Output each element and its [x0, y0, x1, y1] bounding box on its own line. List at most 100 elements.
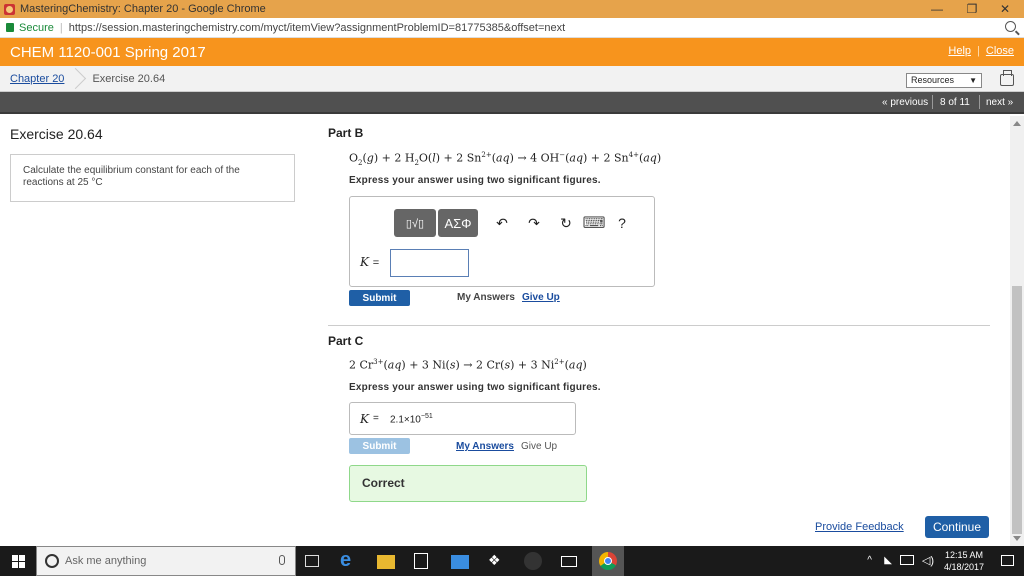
action-center-icon[interactable] — [1001, 555, 1014, 566]
task-view-icon[interactable] — [305, 555, 319, 567]
calculator-icon[interactable] — [451, 555, 469, 569]
browser-titlebar: MasteringChemistry: Chapter 20 - Google … — [0, 0, 1024, 18]
windows-logo-icon — [12, 562, 18, 568]
part-divider — [328, 325, 990, 326]
site-favicon-icon — [4, 3, 15, 15]
header-link-divider: | — [977, 45, 980, 57]
tray-expand-chevron-icon[interactable]: ^ — [867, 555, 872, 566]
mail-icon[interactable] — [561, 556, 577, 567]
redo-icon[interactable]: ↷ — [522, 210, 546, 236]
cortana-search-box[interactable]: Ask me anything — [36, 546, 296, 576]
volume-icon[interactable]: ◁) — [922, 554, 934, 567]
windows-start-button[interactable] — [0, 546, 36, 576]
chrome-taskbar-button[interactable] — [592, 546, 624, 576]
course-header: CHEM 1120-001 Spring 2017 Help | Close — [0, 38, 1024, 66]
scroll-down-arrow-icon[interactable] — [1013, 536, 1021, 541]
correct-status-text: Correct — [362, 476, 405, 490]
resources-dropdown[interactable]: Resources ▼ — [906, 73, 982, 88]
reset-icon[interactable]: ↻ — [554, 210, 578, 236]
resources-dropdown-label: Resources — [911, 75, 955, 85]
part-c-k-symbol: K — [360, 412, 369, 426]
continue-button[interactable]: Continue — [925, 516, 989, 538]
file-explorer-icon[interactable] — [377, 555, 395, 569]
next-link[interactable]: next » — [986, 97, 1013, 108]
clock-time: 12:15 AM — [944, 550, 983, 560]
exercise-instruction-text: Calculate the equilibrium constant for e… — [23, 165, 240, 188]
close-link[interactable]: Close — [986, 45, 1014, 57]
scroll-up-arrow-icon[interactable] — [1013, 121, 1021, 126]
help-icon[interactable]: ? — [610, 210, 634, 236]
cortana-circle-icon — [45, 554, 59, 568]
breadcrumb-chevron-icon — [68, 66, 78, 92]
wifi-icon[interactable]: ◣ — [884, 555, 892, 566]
nav-divider — [979, 95, 980, 109]
part-c-answer-value: 2.1×10−51 — [390, 413, 433, 425]
steam-icon[interactable] — [524, 552, 542, 570]
breadcrumb: Chapter 20 Exercise 20.64 Resources ▼ — [0, 66, 1024, 92]
part-b-instruction: Express your answer using two significan… — [349, 175, 601, 186]
part-c-title: Part C — [328, 334, 364, 348]
dropbox-icon[interactable]: ❖ — [488, 552, 506, 570]
address-bar[interactable]: Secure | https://session.masteringchemis… — [0, 18, 1024, 38]
part-c-instruction: Express your answer using two significan… — [349, 382, 601, 393]
clock-date: 4/18/2017 — [943, 562, 984, 572]
part-c-answer-base: 2.1×10 — [390, 414, 421, 426]
part-b-k-label: K = — [360, 255, 379, 269]
part-c-equals: = — [373, 413, 379, 424]
problem-nav-bar: « previous 8 of 11 next » — [0, 92, 1024, 114]
part-b-give-up-link[interactable]: Give Up — [522, 292, 560, 303]
secure-label: Secure — [19, 21, 54, 34]
part-b-title: Part B — [328, 126, 364, 140]
part-c-answer-box: K = 2.1×10−51 — [349, 402, 576, 435]
part-b-answer-input[interactable] — [390, 249, 469, 277]
window-close-button[interactable]: ✕ — [990, 0, 1020, 18]
math-toolbar: ▯√▯ ΑΣΦ ↶ ↷ ↻ ⌨ ? — [394, 209, 634, 237]
temperature-unit: °C — [91, 177, 103, 188]
zoom-magnifier-icon[interactable] — [1005, 21, 1016, 32]
breadcrumb-chapter-link[interactable]: Chapter 20 — [10, 73, 64, 85]
minimize-button[interactable]: — — [922, 0, 952, 18]
part-c-give-up: Give Up — [521, 441, 558, 452]
microphone-icon[interactable] — [279, 555, 285, 565]
windows-logo-icon — [19, 555, 25, 561]
part-c-equation: 2 Cr3+(aq) + 3 Ni(s) → 2 Cr(s) + 3 Ni2+(… — [349, 358, 587, 372]
part-b-answer-box: ▯√▯ ΑΣΦ ↶ ↷ ↻ ⌨ ? K = — [349, 196, 655, 287]
windows-logo-icon — [19, 562, 25, 568]
url-text[interactable]: https://session.masteringchemistry.com/m… — [69, 22, 565, 34]
exercise-instruction-box: Calculate the equilibrium constant for e… — [10, 154, 295, 202]
course-title: CHEM 1120-001 Spring 2017 — [10, 43, 206, 61]
part-c-my-answers-link[interactable]: My Answers — [456, 441, 514, 452]
window-title: MasteringChemistry: Chapter 20 - Google … — [20, 3, 266, 15]
edge-browser-icon[interactable]: e — [340, 549, 358, 571]
scrollbar-thumb[interactable] — [1012, 286, 1022, 534]
keyboard-icon[interactable]: ⌨ — [582, 210, 606, 236]
exercise-title: Exercise 20.64 — [10, 126, 103, 142]
part-c-submit-button: Submit — [349, 438, 410, 454]
part-c-answer-exponent: −51 — [420, 413, 433, 420]
address-separator: | — [59, 21, 63, 34]
windows-logo-icon — [12, 555, 18, 561]
chrome-icon-center — [604, 557, 612, 565]
problem-position: 8 of 11 — [940, 97, 970, 108]
part-b-my-answers: My Answers — [457, 292, 515, 303]
clock[interactable]: 12:15 AM 4/18/2017 — [944, 550, 984, 572]
lock-icon — [6, 23, 14, 32]
templates-button[interactable]: ▯√▯ — [394, 209, 436, 237]
provide-feedback-link[interactable]: Provide Feedback — [815, 521, 904, 533]
undo-icon[interactable]: ↶ — [490, 210, 514, 236]
battery-icon[interactable] — [900, 555, 914, 565]
greek-symbols-button[interactable]: ΑΣΦ — [438, 209, 478, 237]
page-scrollbar[interactable] — [1010, 116, 1024, 546]
previous-link[interactable]: « previous — [882, 97, 928, 108]
part-b-submit-button[interactable]: Submit — [349, 290, 410, 306]
windows-taskbar: Ask me anything e ❖ ^ ◣ ◁) 12:15 AM 4/18… — [0, 546, 1024, 576]
k-symbol: K — [360, 255, 369, 269]
equals-sign: = — [372, 257, 380, 269]
help-link[interactable]: Help — [948, 45, 971, 57]
print-icon[interactable] — [1000, 70, 1014, 86]
store-icon[interactable] — [414, 553, 428, 569]
cortana-search-placeholder: Ask me anything — [65, 555, 147, 567]
maximize-button[interactable]: ❐ — [957, 0, 987, 18]
breadcrumb-exercise: Exercise 20.64 — [92, 72, 166, 85]
chevron-down-icon: ▼ — [969, 76, 977, 85]
